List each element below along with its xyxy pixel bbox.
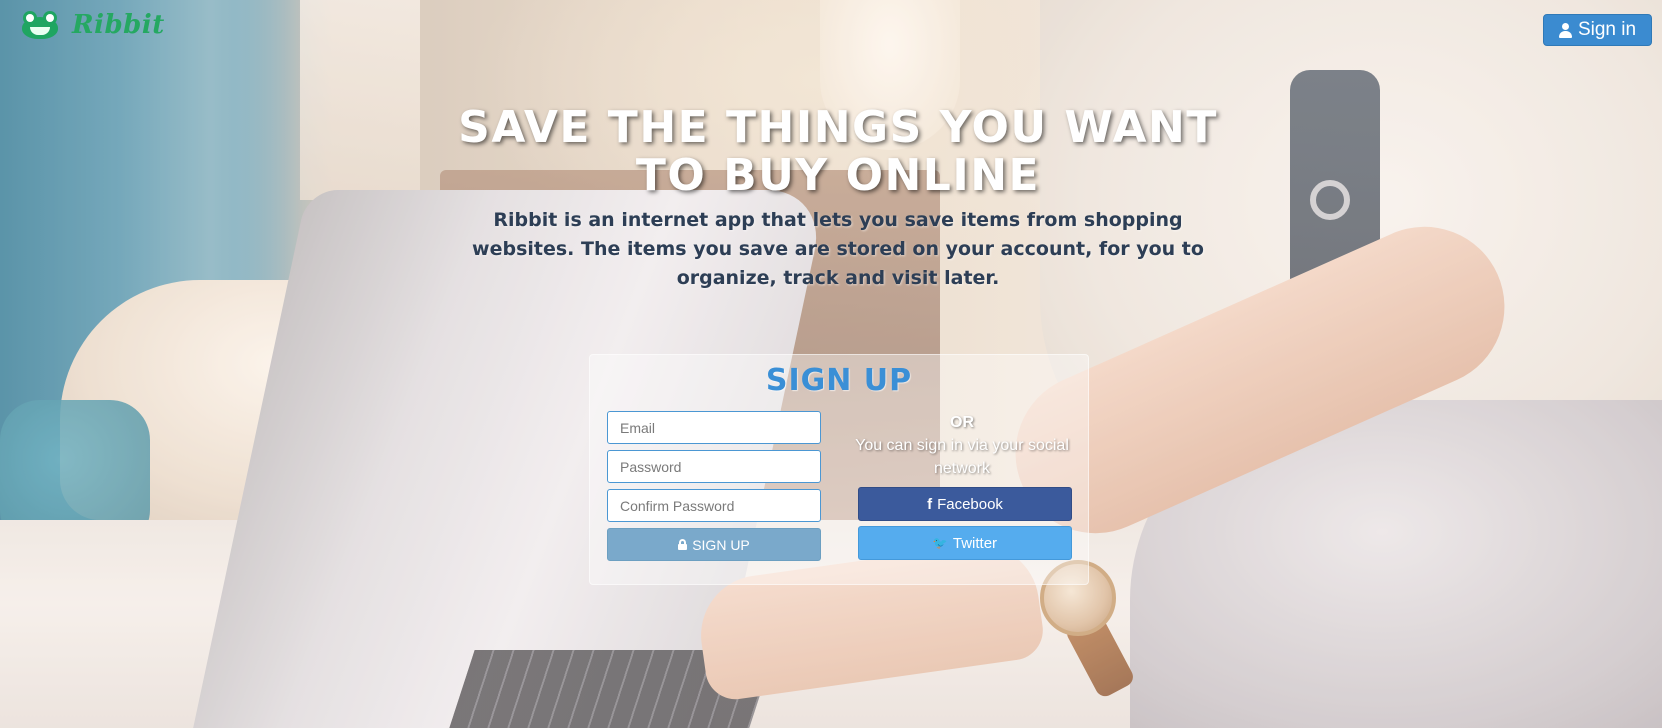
twitter-icon: 🐦 [932, 536, 948, 550]
facebook-label: Facebook [937, 495, 1003, 513]
sign-up-button[interactable]: SIGN UP [607, 528, 821, 561]
hero-title: SAVE THE THINGS YOU WANT TO BUY ONLINE [458, 102, 1218, 201]
password-input[interactable] [607, 450, 821, 483]
site-logo[interactable]: Ribbit [22, 10, 165, 40]
email-input[interactable] [607, 411, 821, 444]
sign-in-label: Sign in [1577, 19, 1637, 40]
signup-title: SIGN UP [765, 363, 913, 398]
confirm-password-input[interactable] [607, 489, 821, 522]
logo-text: Ribbit [72, 10, 165, 40]
lock-icon [678, 539, 688, 550]
sign-in-button[interactable]: Sign in [1543, 14, 1652, 46]
frog-icon [22, 11, 58, 39]
social-signin-text: OR You can sign in via your social netwo… [855, 411, 1069, 480]
twitter-button[interactable]: 🐦 Twitter [858, 526, 1072, 560]
signup-card: SIGN UP SIGN UP OR You can sign in via y… [589, 354, 1089, 585]
facebook-icon: f [927, 495, 933, 513]
twitter-label: Twitter [952, 534, 998, 552]
user-icon [1558, 22, 1572, 38]
or-label: OR [950, 414, 974, 431]
hero-description: Ribbit is an internet app that lets you … [472, 209, 1204, 289]
social-description: You can sign in via your social network [855, 437, 1069, 477]
sign-up-label: SIGN UP [692, 536, 750, 553]
hero-section: SAVE THE THINGS YOU WANT TO BUY ONLINE R… [0, 104, 1662, 293]
facebook-button[interactable]: f Facebook [858, 487, 1072, 521]
